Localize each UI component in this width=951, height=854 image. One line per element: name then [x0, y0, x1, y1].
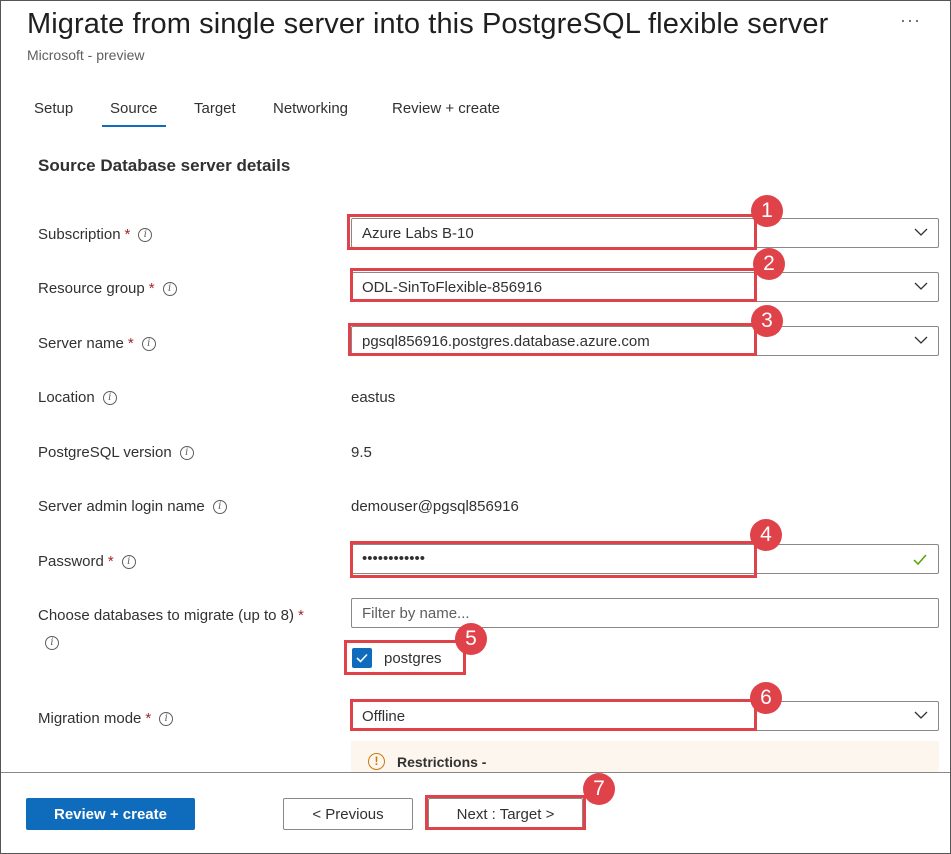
pg-version-value: 9.5	[351, 444, 372, 461]
database-filter-field[interactable]	[352, 599, 938, 627]
required-mark: *	[148, 280, 155, 297]
databases-label-text: Choose databases to migrate (up to 8)	[38, 607, 294, 624]
tab-networking[interactable]: Networking	[273, 100, 348, 117]
location-label: Location i	[38, 389, 117, 406]
info-icon[interactable]: i	[45, 636, 59, 650]
info-icon[interactable]: i	[121, 554, 136, 569]
server-name-dropdown[interactable]: pgsql856916.postgres.database.azure.com	[351, 326, 939, 356]
resource-group-value: ODL-SinToFlexible-856916	[362, 279, 543, 296]
password-value: ••••••••••••	[362, 550, 426, 567]
subscription-dropdown[interactable]: Azure Labs B-10	[351, 218, 939, 248]
annotation-badge: 6	[750, 682, 782, 714]
tab-target[interactable]: Target	[194, 100, 236, 117]
info-icon[interactable]: i	[102, 390, 117, 405]
warning-icon: !	[368, 753, 385, 770]
restrictions-text: Restrictions -	[397, 754, 487, 770]
migration-mode-value: Offline	[362, 708, 406, 725]
restrictions-banner: ! Restrictions -	[351, 741, 939, 774]
pg-version-label: PostgreSQL version i	[38, 444, 194, 461]
info-icon[interactable]: i	[141, 336, 156, 351]
migration-mode-dropdown[interactable]: Offline	[351, 701, 939, 731]
info-icon[interactable]: i	[159, 711, 174, 726]
annotation-badge: 1	[751, 195, 783, 227]
page-title: Migrate from single server into this Pos…	[27, 8, 829, 40]
section-title: Source Database server details	[38, 156, 291, 175]
location-value: eastus	[351, 389, 396, 406]
info-icon[interactable]: i	[138, 227, 153, 242]
server-name-label: Server name * i	[38, 335, 156, 352]
info-icon[interactable]: i	[162, 281, 177, 296]
chevron-down-icon	[914, 282, 928, 290]
server-name-value: pgsql856916.postgres.database.azure.com	[362, 333, 650, 350]
review-create-button[interactable]: Review + create	[26, 798, 195, 830]
required-mark: *	[145, 710, 152, 727]
annotation-badge: 2	[753, 248, 785, 280]
databases-label: Choose databases to migrate (up to 8) *	[38, 607, 304, 624]
tab-source[interactable]: Source	[102, 100, 165, 127]
chevron-down-icon	[914, 336, 928, 344]
migration-mode-label-text: Migration mode	[38, 710, 142, 727]
annotation-badge: 4	[750, 519, 782, 551]
resource-group-label-text: Resource group	[38, 280, 145, 297]
required-mark: *	[127, 335, 134, 352]
database-item-label: postgres	[384, 649, 442, 667]
tab-review-create[interactable]: Review + create	[392, 100, 500, 117]
annotation-badge: 3	[751, 305, 783, 337]
annotation-badge: 5	[455, 623, 487, 655]
databases-info: i	[45, 636, 59, 650]
annotation-badge: 7	[583, 773, 615, 805]
admin-login-label-text: Server admin login name	[38, 498, 205, 515]
resource-group-dropdown[interactable]: ODL-SinToFlexible-856916	[351, 272, 939, 302]
password-label-text: Password	[38, 553, 104, 570]
required-mark: *	[297, 607, 304, 624]
next-target-button[interactable]: Next : Target >	[428, 798, 583, 830]
info-icon[interactable]: i	[179, 445, 194, 460]
chevron-down-icon	[914, 228, 928, 236]
previous-button[interactable]: < Previous	[283, 798, 413, 830]
subscription-value: Azure Labs B-10	[362, 225, 474, 242]
admin-login-label: Server admin login name i	[38, 498, 227, 515]
info-icon[interactable]: i	[212, 499, 227, 514]
required-mark: *	[124, 226, 131, 243]
page-subtitle: Microsoft - preview	[27, 47, 145, 63]
password-label: Password * i	[38, 553, 136, 570]
database-filter-input[interactable]	[351, 598, 939, 628]
password-field[interactable]: ••••••••••••	[351, 544, 939, 574]
database-item-postgres[interactable]: postgres	[352, 648, 442, 668]
tab-setup[interactable]: Setup	[34, 100, 73, 117]
checkmark-icon	[356, 653, 368, 663]
migration-mode-label: Migration mode * i	[38, 710, 174, 727]
location-label-text: Location	[38, 389, 95, 406]
subscription-label: Subscription * i	[38, 226, 153, 243]
required-mark: *	[107, 553, 114, 570]
subscription-label-text: Subscription	[38, 226, 121, 243]
pg-version-label-text: PostgreSQL version	[38, 444, 172, 461]
server-name-label-text: Server name	[38, 335, 124, 352]
more-options-button[interactable]: ···	[900, 10, 921, 31]
admin-login-value: demouser@pgsql856916	[351, 498, 519, 515]
resource-group-label: Resource group * i	[38, 280, 177, 297]
checkmark-icon	[913, 554, 927, 566]
chevron-down-icon	[914, 711, 928, 719]
checkbox-checked[interactable]	[352, 648, 372, 668]
